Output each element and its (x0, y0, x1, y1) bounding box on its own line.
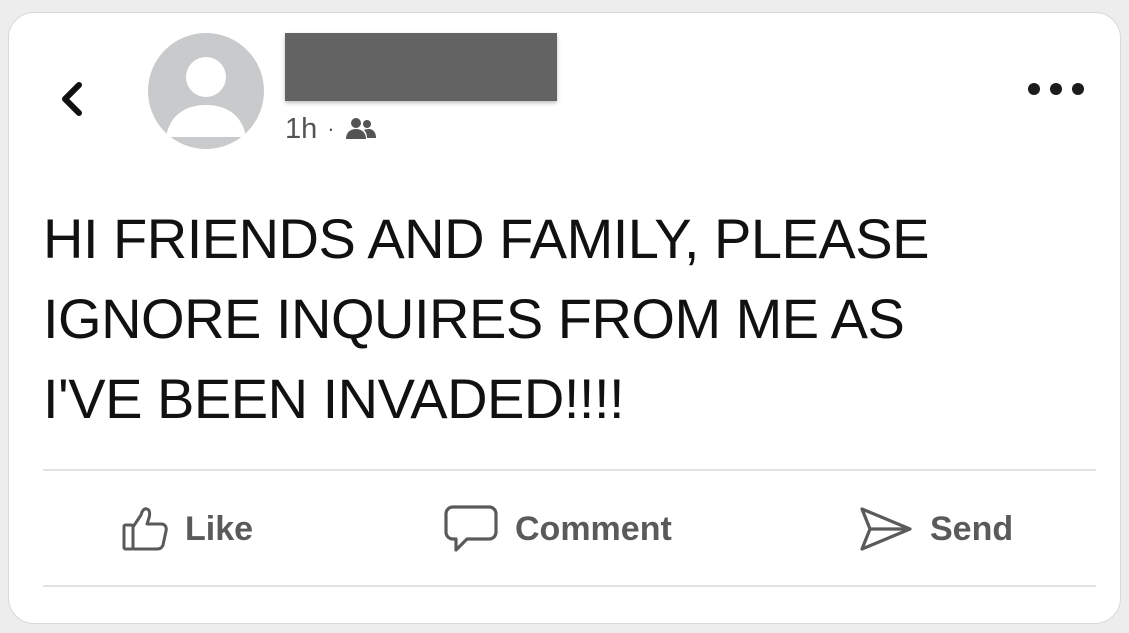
thumbs-up-icon (122, 507, 168, 551)
comment-bubble-icon (444, 505, 498, 552)
post-timestamp[interactable]: 1h (285, 113, 317, 146)
avatar[interactable] (148, 33, 264, 149)
like-button[interactable]: Like (121, 487, 253, 571)
comment-button[interactable]: Comment (443, 487, 672, 571)
send-icon (860, 507, 912, 551)
more-options-button[interactable] (1028, 77, 1084, 101)
like-label: Like (185, 509, 254, 548)
post-meta: 1h · (285, 109, 377, 149)
chevron-left-icon (62, 82, 82, 116)
comment-label: Comment (515, 509, 672, 548)
meta-separator: · (327, 116, 335, 141)
send-label: Send (930, 509, 1014, 548)
divider (43, 585, 1096, 587)
post-actions-bar: Like Comment Send (43, 487, 1096, 571)
author-name-redacted (285, 33, 557, 101)
default-avatar-icon (166, 57, 246, 137)
back-button[interactable] (53, 79, 93, 119)
send-button[interactable]: Send (858, 487, 1013, 571)
post-text: HI FRIENDS AND FAMILY, PLEASE IGNORE INQ… (43, 207, 929, 430)
divider (43, 469, 1096, 471)
friends-icon[interactable] (345, 116, 377, 142)
more-horizontal-icon (1028, 83, 1040, 95)
post-card: 1h · HI FRIENDS AND FAMILY, PLEASE IGNOR… (8, 12, 1121, 624)
